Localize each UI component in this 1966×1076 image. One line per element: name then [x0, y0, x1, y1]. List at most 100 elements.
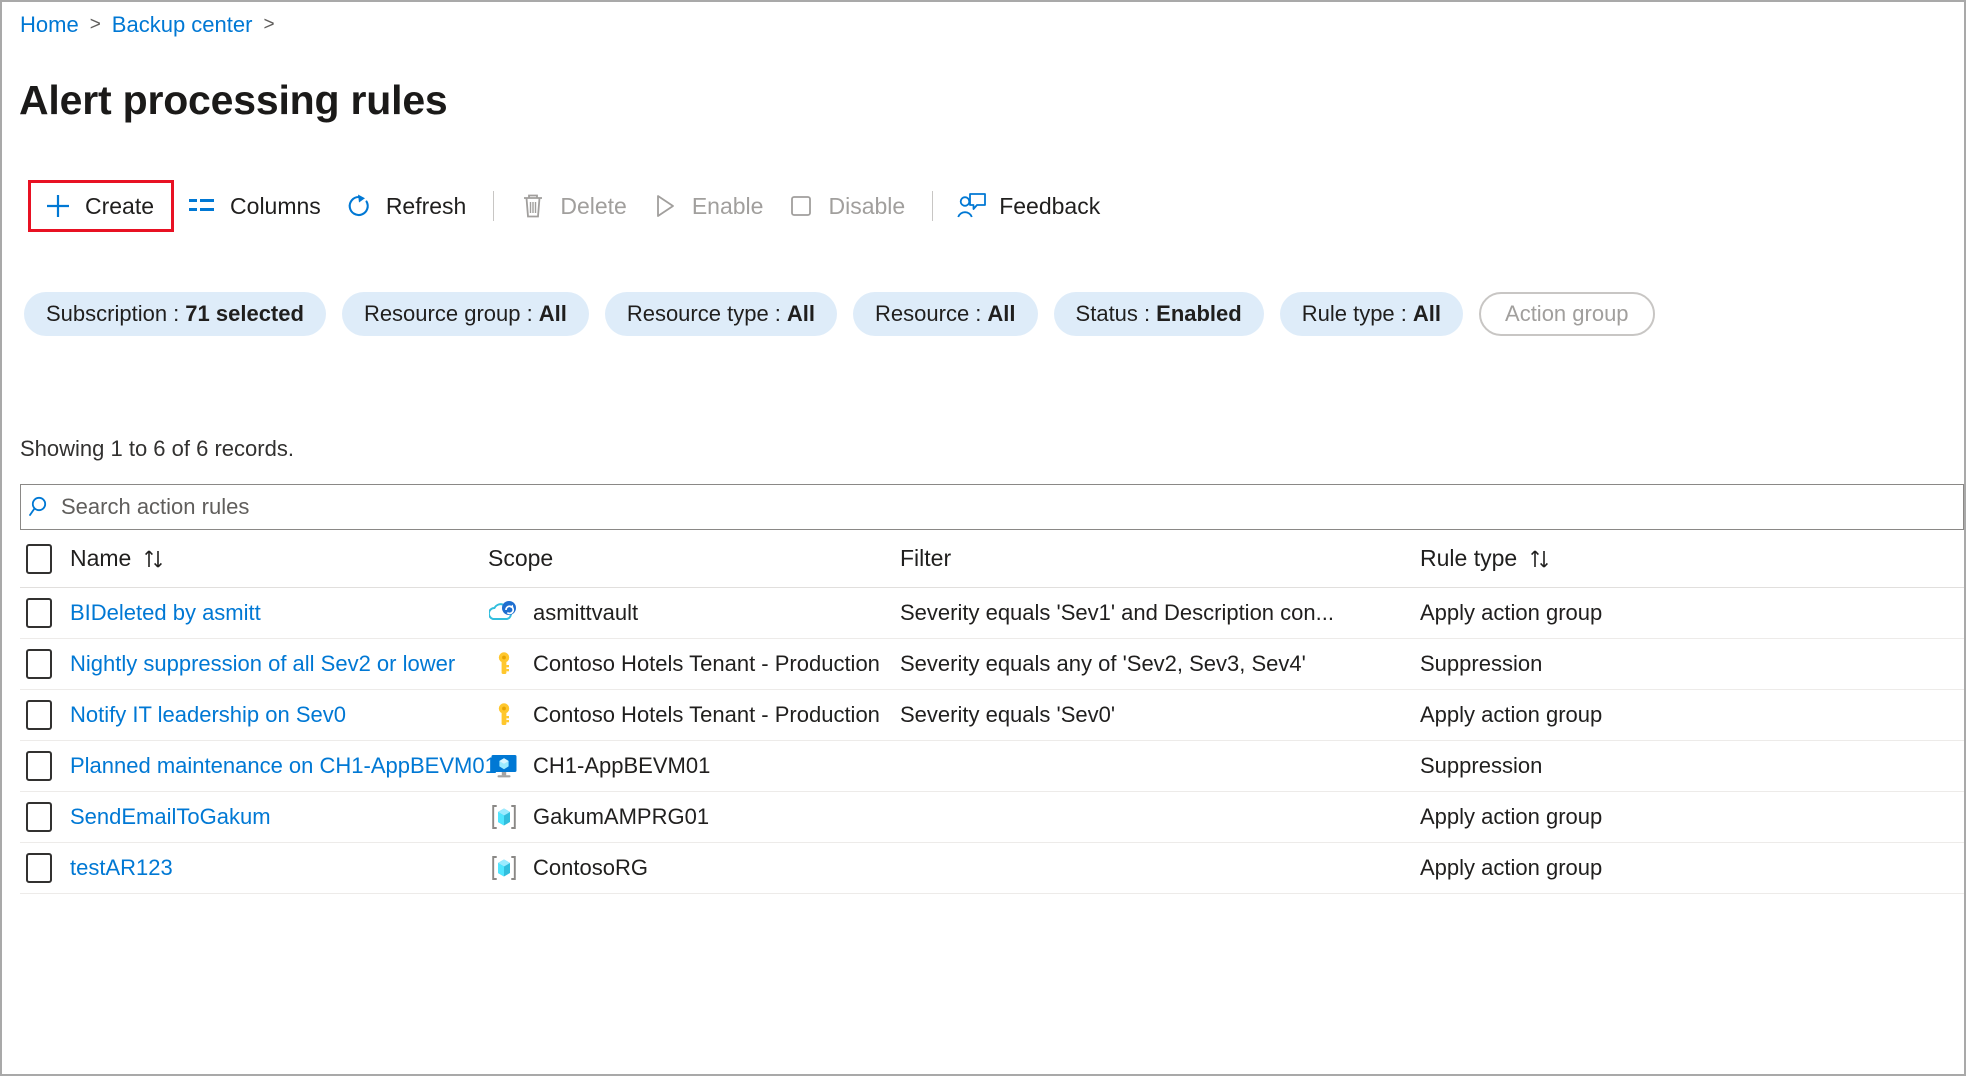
row-scope-cell: Contoso Hotels Tenant - Production — [488, 699, 900, 731]
filter-text: Severity equals 'Sev0' — [900, 702, 1115, 727]
disable-button[interactable]: Disable — [776, 182, 918, 230]
delete-button[interactable]: Delete — [508, 182, 639, 230]
filter-pill-status-value: Enabled — [1156, 301, 1242, 327]
row-scope-cell: ContosoRG — [488, 852, 900, 884]
row-checkbox[interactable] — [26, 700, 52, 730]
table-row[interactable]: BIDeleted by asmitt asmittvault Severity… — [20, 588, 1964, 639]
scope-text: ContosoRG — [533, 855, 648, 881]
column-header-rule-type[interactable]: Rule type — [1420, 545, 1964, 572]
rule-name-link[interactable]: Notify IT leadership on Sev0 — [70, 702, 346, 727]
search-action-rules-box[interactable] — [20, 484, 1964, 530]
row-checkbox[interactable] — [26, 598, 52, 628]
alert-processing-rules-page: Home > Backup center > Alert processing … — [0, 0, 1966, 1076]
sort-arrows-icon — [142, 547, 168, 571]
rule-name-link[interactable]: BIDeleted by asmitt — [70, 600, 261, 625]
row-select-cell — [20, 751, 70, 781]
scope-text: Contoso Hotels Tenant - Production — [533, 651, 880, 677]
filter-pill-resource-type-label: Resource type : — [627, 301, 781, 327]
rule-type-text: Apply action group — [1420, 804, 1602, 829]
filter-pill-status[interactable]: Status : Enabled — [1054, 292, 1264, 336]
row-checkbox[interactable] — [26, 751, 52, 781]
columns-button[interactable]: Columns — [178, 182, 334, 230]
breadcrumb-item-home[interactable]: Home — [20, 12, 79, 38]
filter-pill-subscription[interactable]: Subscription : 71 selected — [24, 292, 326, 336]
table-row[interactable]: SendEmailToGakum GakumAMPRG01 — [20, 792, 1964, 843]
breadcrumb-separator-icon-2: > — [263, 14, 274, 36]
table-header-row: Name Scope Filter Rule type — [20, 530, 1964, 588]
select-all-checkbox[interactable] — [26, 544, 52, 574]
row-name-cell: SendEmailToGakum — [70, 804, 488, 830]
rule-name-link[interactable]: SendEmailToGakum — [70, 804, 271, 829]
filter-pill-action-group-label: Action group — [1505, 301, 1629, 327]
filter-pill-action-group[interactable]: Action group — [1479, 292, 1655, 336]
column-header-name-label: Name — [70, 545, 131, 572]
search-input[interactable] — [61, 494, 1963, 520]
recovery-services-vault-icon — [488, 597, 520, 629]
enable-button[interactable]: Enable — [640, 182, 777, 230]
filter-pill-resource-group[interactable]: Resource group : All — [342, 292, 589, 336]
records-summary: Showing 1 to 6 of 6 records. — [20, 436, 294, 462]
table-row[interactable]: Nightly suppression of all Sev2 or lower… — [20, 639, 1964, 690]
filter-pill-subscription-value: 71 selected — [185, 301, 304, 327]
scope-text: CH1-AppBEVM01 — [533, 753, 710, 779]
breadcrumb-separator-icon: > — [90, 14, 101, 36]
row-name-cell: Planned maintenance on CH1-AppBEVM01 — [70, 753, 488, 779]
row-checkbox[interactable] — [26, 853, 52, 883]
row-scope-cell: asmittvault — [488, 597, 900, 629]
rule-type-text: Apply action group — [1420, 702, 1602, 727]
row-select-cell — [20, 649, 70, 679]
create-button-label: Create — [85, 193, 154, 220]
row-scope-cell: CH1-AppBEVM01 — [488, 750, 900, 782]
row-name-cell: Nightly suppression of all Sev2 or lower — [70, 651, 488, 677]
table-row[interactable]: testAR123 ContosoRG Apply ac — [20, 843, 1964, 894]
row-select-cell — [20, 598, 70, 628]
row-rule-type-cell: Apply action group — [1420, 804, 1964, 830]
search-icon — [21, 494, 61, 520]
create-button[interactable]: Create — [33, 182, 167, 230]
trash-icon — [517, 191, 549, 221]
row-rule-type-cell: Apply action group — [1420, 702, 1964, 728]
enable-button-label: Enable — [692, 193, 764, 220]
column-header-scope-label: Scope — [488, 545, 553, 572]
scope-text: asmittvault — [533, 600, 638, 626]
columns-icon — [187, 191, 219, 221]
table-row[interactable]: Notify IT leadership on Sev0 Contoso Hot… — [20, 690, 1964, 741]
table-row[interactable]: Planned maintenance on CH1-AppBEVM01 CH1… — [20, 741, 1964, 792]
feedback-button-label: Feedback — [999, 193, 1100, 220]
column-header-filter[interactable]: Filter — [900, 545, 1420, 572]
command-bar: Create Columns Refresh — [28, 180, 1113, 232]
filter-pill-resource[interactable]: Resource : All — [853, 292, 1038, 336]
filter-pill-resource-type-value: All — [787, 301, 815, 327]
column-header-scope[interactable]: Scope — [488, 545, 900, 572]
filter-pill-rule-type[interactable]: Rule type : All — [1280, 292, 1463, 336]
row-name-cell: BIDeleted by asmitt — [70, 600, 488, 626]
row-filter-cell: Severity equals 'Sev0' — [900, 702, 1420, 728]
filter-pill-resource-type[interactable]: Resource type : All — [605, 292, 837, 336]
row-checkbox[interactable] — [26, 649, 52, 679]
page-title: Alert processing rules — [19, 77, 448, 124]
row-checkbox[interactable] — [26, 802, 52, 832]
filter-pill-resource-group-label: Resource group : — [364, 301, 533, 327]
row-scope-cell: Contoso Hotels Tenant - Production — [488, 648, 900, 680]
refresh-button[interactable]: Refresh — [334, 182, 480, 230]
columns-button-label: Columns — [230, 193, 321, 220]
play-icon — [649, 191, 681, 221]
toolbar-divider-2 — [932, 191, 933, 221]
row-name-cell: testAR123 — [70, 855, 488, 881]
rule-name-link[interactable]: Nightly suppression of all Sev2 or lower — [70, 651, 455, 676]
column-header-rule-type-label: Rule type — [1420, 545, 1517, 572]
filter-text: Severity equals any of 'Sev2, Sev3, Sev4… — [900, 651, 1306, 676]
filter-pill-status-label: Status : — [1076, 301, 1151, 327]
filter-pill-resource-group-value: All — [539, 301, 567, 327]
rule-name-link[interactable]: Planned maintenance on CH1-AppBEVM01 — [70, 753, 497, 778]
rule-name-link[interactable]: testAR123 — [70, 855, 173, 880]
disable-button-label: Disable — [828, 193, 905, 220]
row-scope-cell: GakumAMPRG01 — [488, 801, 900, 833]
filter-pill-rule-type-value: All — [1413, 301, 1441, 327]
row-rule-type-cell: Suppression — [1420, 753, 1964, 779]
row-filter-cell: Severity equals any of 'Sev2, Sev3, Sev4… — [900, 651, 1420, 677]
breadcrumb-item-backup-center[interactable]: Backup center — [112, 12, 253, 38]
feedback-button[interactable]: Feedback — [947, 182, 1113, 230]
filter-pill-bar: Subscription : 71 selected Resource grou… — [24, 292, 1655, 336]
column-header-name[interactable]: Name — [70, 545, 488, 572]
